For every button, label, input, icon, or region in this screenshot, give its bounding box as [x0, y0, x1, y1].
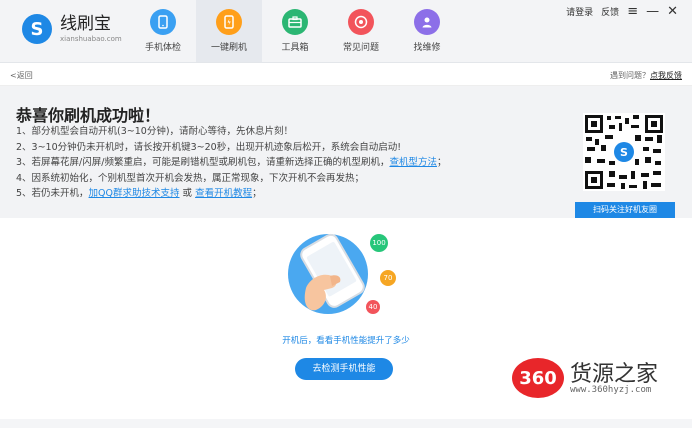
watermark-logo: 360 — [512, 358, 564, 398]
qr-code: S — [583, 113, 665, 191]
performance-hint: 开机后，看看手机性能提升了多少 — [282, 336, 410, 346]
sub-bar: <返回 遇到问题？点我反馈 — [0, 63, 692, 86]
minimize-icon[interactable]: — — [646, 4, 659, 19]
check-performance-button[interactable]: 去检测手机性能 — [295, 358, 393, 380]
success-title: 恭喜你刷机成功啦！ — [16, 106, 161, 125]
toolbox-icon — [282, 9, 308, 35]
qr-follow-button[interactable]: 扫码关注好机友圈 — [575, 202, 675, 218]
instruction-item: 4、因系统初始化，个别机型首次开机会发热，属正常现象，下次开机不会再发热； — [16, 172, 365, 184]
close-icon[interactable]: ✕ — [667, 4, 678, 19]
svg-text:S: S — [620, 146, 628, 159]
nav-item-faq[interactable]: 常见问题 — [328, 0, 394, 62]
watermark-name: 货源之家 — [570, 362, 659, 387]
window-controls: 请登录 反馈 ≡ — ✕ — [558, 4, 678, 19]
watermark: 360 货源之家 www.360hyzj.com — [508, 354, 688, 404]
back-link[interactable]: <返回 — [10, 70, 33, 81]
instruction-item: 2、3~10分钟仍未开机时，请长按开机键3~20秒，出现开机迹象后松开，系统会自… — [16, 141, 402, 153]
flash-phone-icon — [216, 9, 242, 35]
nav-item-repair[interactable]: 找维修 — [394, 0, 460, 62]
instruction-item: 5、若仍未开机，加QQ群求助技术支持 或 查看开机教程； — [16, 188, 262, 199]
instruction-item: 3、若屏幕花屏/闪屏/频繁重启，可能是刷错机型或刷机包，请重新选择正确的机型刷机… — [16, 157, 447, 168]
boot-tutorial-link[interactable]: 查看开机教程 — [195, 188, 252, 199]
menu-icon[interactable]: ≡ — [627, 4, 638, 19]
nav-item-toolbox[interactable]: 工具箱 — [262, 0, 328, 62]
question-icon — [348, 9, 374, 35]
check-model-link[interactable]: 查机型方法 — [389, 157, 437, 168]
score-badge: 100 — [370, 234, 388, 252]
nav-label: 一键刷机 — [210, 43, 247, 53]
feedback-link[interactable]: 反馈 — [601, 5, 619, 18]
login-link[interactable]: 请登录 — [566, 5, 593, 18]
nav-label: 找维修 — [413, 43, 441, 53]
app-name: 线刷宝 — [60, 13, 111, 34]
watermark-url: www.360hyzj.com — [570, 385, 652, 395]
instructions-list: 1、部分机型会自动开机(3~10分钟)，请耐心等待，先休息片刻！ 2、3~10分… — [16, 124, 446, 202]
repair-icon — [414, 9, 440, 35]
bottom-strip — [0, 419, 692, 428]
nav-label: 手机体检 — [144, 43, 181, 53]
app-domain: xianshuabao.com — [60, 34, 122, 43]
instruction-item: 1、部分机型会自动开机(3~10分钟)，请耐心等待，先休息片刻！ — [16, 126, 294, 137]
problem-text: 遇到问题？ — [610, 71, 650, 80]
app-brand: S 线刷宝 xianshuabao.com — [22, 14, 122, 44]
qq-group-link[interactable]: 加QQ群求助技术支持 — [89, 188, 180, 199]
top-navigation-bar: S 线刷宝 xianshuabao.com 手机体检 一键刷机 工具箱 常见问题… — [0, 0, 692, 63]
nav-label: 工具箱 — [281, 43, 309, 53]
main-nav: 手机体检 一键刷机 工具箱 常见问题 找维修 — [130, 0, 460, 62]
nav-item-phone-check[interactable]: 手机体检 — [130, 0, 196, 62]
nav-item-one-click-flash[interactable]: 一键刷机 — [196, 0, 262, 62]
feedback-link-bottom[interactable]: 点我反馈 — [650, 71, 682, 80]
score-badge: 40 — [366, 300, 380, 314]
nav-label: 常见问题 — [342, 43, 379, 53]
app-logo-icon: S — [22, 14, 52, 44]
phone-check-icon — [150, 9, 176, 35]
feedback-area: 遇到问题？点我反馈 — [610, 70, 682, 81]
score-badge: 70 — [380, 270, 396, 286]
